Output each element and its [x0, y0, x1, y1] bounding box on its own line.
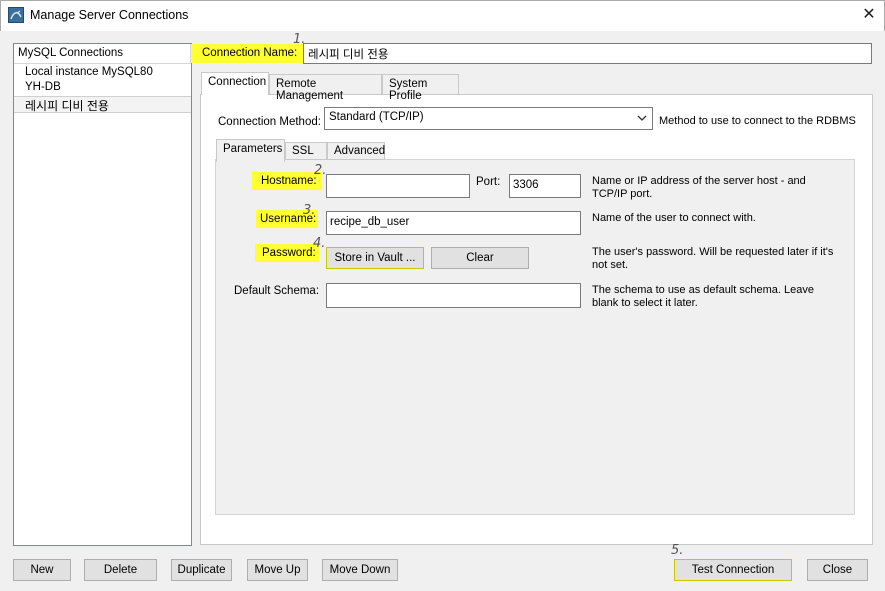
list-item-local-instance[interactable]: Local instance MySQL80	[25, 66, 153, 78]
connection-name-input[interactable]: 레시피 디비 전용	[303, 43, 872, 64]
tab-connection[interactable]: Connection	[201, 72, 269, 95]
annotation-step-4: 4.	[313, 236, 326, 251]
connections-list[interactable]: MySQL Connections Local instance MySQL80…	[13, 43, 192, 546]
clear-password-button[interactable]: Clear	[431, 247, 529, 269]
username-description: Name of the user to connect with.	[592, 212, 756, 224]
tab-ssl[interactable]: SSL	[285, 142, 327, 160]
new-button[interactable]: New	[13, 559, 71, 581]
annotation-step-2: 2.	[314, 163, 327, 178]
annotation-step-1: 1.	[293, 32, 306, 47]
hostname-description: Name or IP address of the server host - …	[592, 175, 806, 200]
connection-method-value: Standard (TCP/IP)	[329, 111, 424, 123]
list-header[interactable]: MySQL Connections	[14, 44, 191, 64]
delete-button[interactable]: Delete	[84, 559, 157, 581]
default-schema-input[interactable]	[326, 283, 581, 308]
tab-remote-management[interactable]: Remote Management	[269, 74, 382, 102]
list-item-recipe-db[interactable]: 레시피 디비 전용	[14, 96, 191, 113]
store-in-vault-button[interactable]: Store in Vault ...	[326, 247, 424, 269]
tab-advanced[interactable]: Advanced	[327, 142, 385, 160]
connection-method-description: Method to use to connect to the RDBMS	[659, 115, 856, 127]
tab-system-profile[interactable]: System Profile	[382, 74, 459, 102]
connection-method-select[interactable]: Standard (TCP/IP)	[324, 107, 653, 130]
annotation-step-3: 3.	[303, 203, 316, 218]
hostname-input[interactable]	[326, 174, 470, 198]
move-down-button[interactable]: Move Down	[322, 559, 398, 581]
move-up-button[interactable]: Move Up	[247, 559, 308, 581]
username-input[interactable]: recipe_db_user	[326, 211, 581, 235]
tab-parameters[interactable]: Parameters	[216, 139, 285, 162]
duplicate-button[interactable]: Duplicate	[171, 559, 232, 581]
mysql-workbench-icon	[8, 7, 24, 23]
test-connection-button[interactable]: Test Connection	[674, 559, 792, 581]
connection-name-label: Connection Name:	[191, 44, 303, 63]
port-label: Port:	[476, 176, 501, 188]
list-item-yh-db[interactable]: YH-DB	[25, 81, 61, 93]
password-label: Password:	[255, 244, 319, 262]
annotation-step-5: 5.	[671, 543, 684, 558]
hostname-label: Hostname:	[252, 172, 322, 190]
password-description: The user's password. Will be requested l…	[592, 246, 834, 271]
close-button[interactable]: Close	[807, 559, 868, 581]
close-window-icon[interactable]: ✕	[858, 4, 880, 26]
window-title: Manage Server Connections	[30, 8, 189, 22]
port-input[interactable]: 3306	[509, 174, 581, 198]
default-schema-label: Default Schema:	[234, 285, 320, 297]
chevron-down-icon	[637, 115, 647, 121]
default-schema-description: The schema to use as default schema. Lea…	[592, 284, 814, 309]
connection-method-label: Connection Method:	[218, 116, 321, 128]
